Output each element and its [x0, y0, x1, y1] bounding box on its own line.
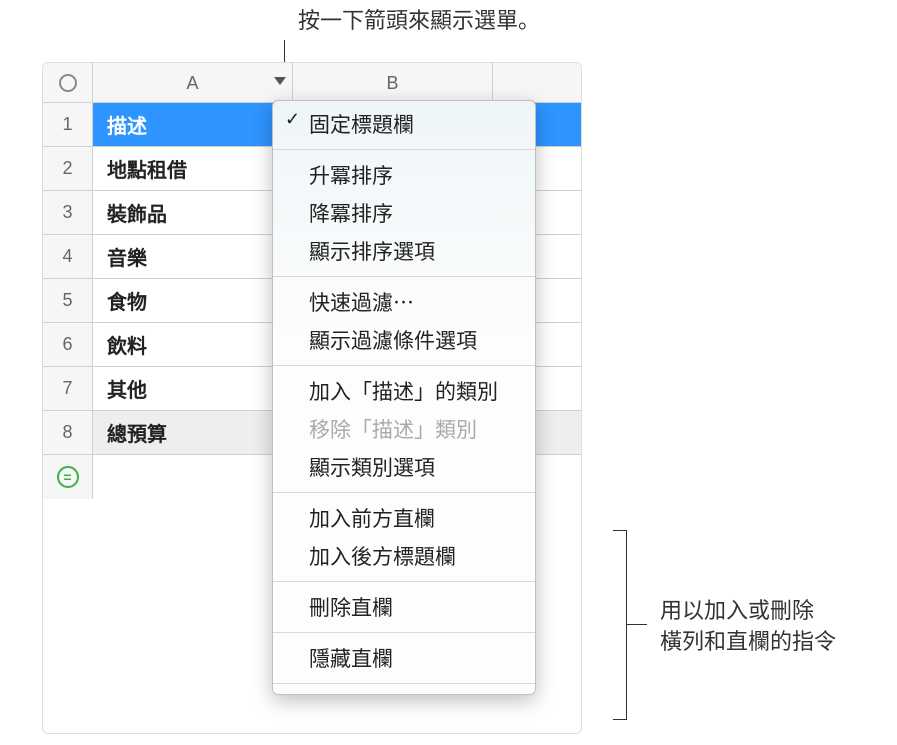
menu-quick-filter[interactable]: 快速過濾⋯: [273, 283, 535, 321]
menu-show-filter-options[interactable]: 顯示過濾條件選項: [273, 321, 535, 359]
annotation-top: 按一下箭頭來顯示選單。: [298, 6, 540, 37]
row-header-5[interactable]: 5: [43, 279, 92, 323]
menu-separator: [273, 581, 535, 582]
menu-show-sort-options[interactable]: 顯示排序選項: [273, 232, 535, 270]
menu-freeze-header[interactable]: 固定標題欄: [273, 105, 535, 143]
menu-sort-descending[interactable]: 降冪排序: [273, 194, 535, 232]
annotation-bracket-mid: [627, 624, 647, 625]
menu-remove-category: 移除「描述」類別: [273, 410, 535, 448]
select-all-corner[interactable]: [43, 63, 93, 103]
row-header-8[interactable]: 8: [43, 411, 92, 455]
menu-sort-ascending[interactable]: 升冪排序: [273, 156, 535, 194]
row-header-bar: 1 2 3 4 5 6 7 8 =: [43, 103, 93, 499]
menu-add-column-after[interactable]: 加入後方標題欄: [273, 537, 535, 575]
chevron-down-icon[interactable]: [274, 77, 286, 85]
menu-separator: [273, 683, 535, 684]
menu-separator: [273, 276, 535, 277]
add-row-button[interactable]: =: [43, 455, 92, 499]
column-context-menu: 固定標題欄 升冪排序 降冪排序 顯示排序選項 快速過濾⋯ 顯示過濾條件選項 加入…: [272, 100, 536, 695]
annotation-right: 用以加入或刪除 橫列和直欄的指令: [660, 596, 836, 658]
menu-separator: [273, 365, 535, 366]
menu-add-column-before[interactable]: 加入前方直欄: [273, 499, 535, 537]
column-header-b-label: B: [386, 73, 398, 94]
column-header-a-label: A: [186, 73, 198, 94]
row-header-2[interactable]: 2: [43, 147, 92, 191]
menu-separator: [273, 492, 535, 493]
row-header-3[interactable]: 3: [43, 191, 92, 235]
column-header-a[interactable]: A: [93, 63, 293, 103]
menu-show-category-options[interactable]: 顯示類別選項: [273, 448, 535, 486]
menu-separator: [273, 632, 535, 633]
annotation-bracket: [613, 530, 627, 720]
menu-add-category[interactable]: 加入「描述」的類別: [273, 372, 535, 410]
menu-separator: [273, 149, 535, 150]
column-header-b[interactable]: B: [293, 63, 493, 103]
menu-delete-column[interactable]: 刪除直欄: [273, 588, 535, 626]
column-header-bar: A B: [43, 63, 581, 103]
row-header-7[interactable]: 7: [43, 367, 92, 411]
row-header-6[interactable]: 6: [43, 323, 92, 367]
row-header-1[interactable]: 1: [43, 103, 92, 147]
circle-icon: [59, 74, 77, 92]
menu-hide-column[interactable]: 隱藏直欄: [273, 639, 535, 677]
equals-icon: =: [57, 466, 79, 488]
row-header-4[interactable]: 4: [43, 235, 92, 279]
